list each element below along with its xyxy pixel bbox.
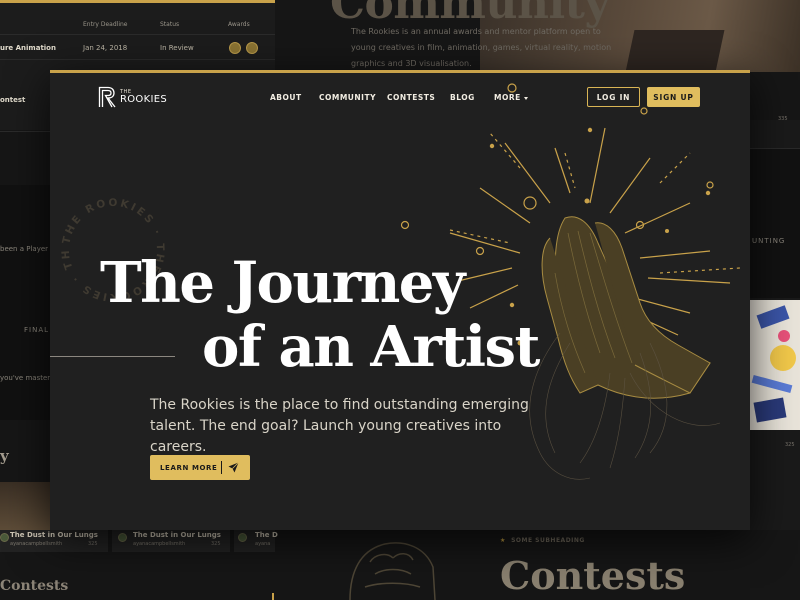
award-badge-icon (246, 42, 258, 54)
bg-card-user: ayanacampbellsmith (133, 541, 186, 547)
bg-right-count: 335 (778, 116, 788, 122)
bg-right-count: 325 (785, 442, 795, 448)
logo-name-text: ROOKIES (120, 93, 167, 105)
bg-card-title: The Dust in Our Lungs (133, 531, 221, 539)
bg-right-label: UNTING (752, 237, 786, 245)
bg-contests-title: Contests (500, 553, 686, 598)
rookies-logo-icon (98, 86, 116, 108)
learn-more-button[interactable]: LEARN MORE (150, 455, 250, 480)
bg-card-user: ayanacampbellsmith (10, 541, 63, 547)
nav-more[interactable]: MORE (494, 93, 528, 102)
bg-left-snippet: been a Player f (0, 245, 53, 253)
hero-title-line-2: of an Artist (202, 314, 540, 380)
avatar (238, 533, 247, 542)
nav-contests[interactable]: CONTESTS (387, 93, 435, 102)
bg-card-title: The D (255, 531, 278, 539)
bg-contests-heading: Contests (0, 578, 69, 594)
bg-card-user: ayana (255, 541, 271, 547)
avatar (0, 533, 9, 542)
bg-community-text: The Rookies is an annual awards and ment… (351, 27, 612, 68)
bg-table-cell: ontest (0, 96, 26, 104)
bg-left-panel (0, 185, 50, 420)
paper-plane-icon (228, 462, 239, 473)
chevron-down-icon (523, 96, 528, 100)
signup-button[interactable]: SIGN UP (647, 87, 700, 107)
bg-table-header: Entry Deadline (83, 21, 128, 28)
nav-more-label: MORE (494, 93, 521, 102)
divider (272, 593, 274, 600)
bg-artwork-thumbnail (750, 300, 800, 430)
bg-card-title: The Dust in Our Lungs (10, 531, 98, 539)
bg-table-header: Status (160, 21, 180, 28)
login-button[interactable]: LOG IN (587, 87, 640, 107)
bg-table-header: Awards (228, 21, 250, 28)
bg-table-cell: ure Animation (0, 44, 56, 52)
landing-page-card: THE ROOKIES ABOUT COMMUNITY CONTESTS BLO… (50, 70, 750, 530)
bg-table-cell: Jan 24, 2018 (83, 44, 128, 52)
bg-table-cell: In Review (160, 44, 194, 52)
fist-illustration-icon (349, 542, 436, 600)
hero-subtitle: The Rookies is the place to find outstan… (150, 397, 529, 455)
bg-card-count: 325 (211, 541, 221, 547)
bg-left-heading: y (0, 447, 9, 465)
button-divider (221, 461, 222, 474)
hero-divider (50, 356, 175, 357)
nav-blog[interactable]: BLOG (450, 93, 475, 102)
nav-community[interactable]: COMMUNITY (319, 93, 376, 102)
bg-left-snippet: FINAL (24, 326, 50, 334)
bg-subheading: ★ SOME SUBHEADING (500, 537, 585, 544)
avatar (118, 533, 127, 542)
nav-about[interactable]: ABOUT (270, 93, 302, 102)
award-badge-icon (229, 42, 241, 54)
bg-card-count: 325 (88, 541, 98, 547)
bg-photo (0, 482, 50, 530)
rookies-logo[interactable]: THE ROOKIES (98, 86, 167, 108)
learn-more-label: LEARN MORE (160, 463, 218, 472)
bg-right-panel (750, 148, 800, 298)
hero-title-line-1: The Journey (100, 250, 465, 316)
